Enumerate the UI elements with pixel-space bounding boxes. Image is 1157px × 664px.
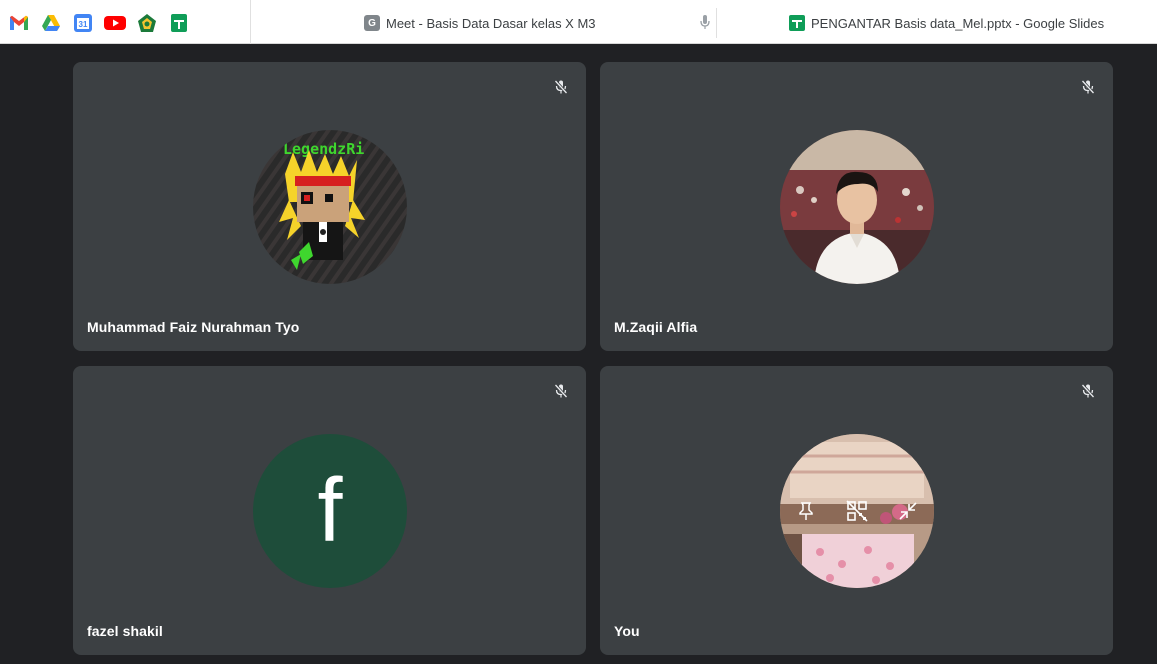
microphone-icon[interactable]	[700, 14, 710, 33]
avatar	[780, 130, 934, 284]
tab-google-slides[interactable]: PENGANTAR Basis data_Mel.pptx - Google S…	[716, 8, 1157, 38]
gmail-icon[interactable]	[8, 12, 30, 34]
school-emblem-icon[interactable]	[136, 12, 158, 34]
pin-icon[interactable]	[790, 495, 822, 527]
meet-favicon-icon: G	[364, 15, 380, 31]
remove-tile-icon[interactable]	[841, 495, 873, 527]
participant-name: Muhammad Faiz Nurahman Tyo	[87, 319, 300, 335]
avatar: LegendzRi	[253, 130, 407, 284]
mic-muted-icon	[1075, 378, 1101, 404]
participant-tile[interactable]: M.Zaqii Alfia	[600, 62, 1113, 351]
tile-hover-controls	[780, 483, 934, 539]
bookmarks-divider	[250, 0, 251, 44]
tab-meet[interactable]: G Meet - Basis Data Dasar kelas X M3	[364, 8, 720, 38]
participant-tile-self[interactable]: You	[600, 366, 1113, 655]
tab-slides-title: PENGANTAR Basis data_Mel.pptx - Google S…	[811, 15, 1105, 31]
google-calendar-icon[interactable]: 31	[72, 12, 94, 34]
participant-tile[interactable]: f fazel shakil	[73, 366, 586, 655]
google-slides-favicon-icon	[789, 15, 805, 31]
google-drive-icon[interactable]	[40, 12, 62, 34]
browser-top-bar: 31 G Meet - Basis Data Dasar kelas X M3 …	[0, 0, 1157, 44]
bookmarks-bar: 31	[0, 8, 190, 38]
google-slides-icon[interactable]	[168, 12, 190, 34]
calendar-date-text: 31	[79, 20, 88, 29]
meeting-grid: LegendzRi Muhammad Faiz Nurahman Tyo M.Z…	[0, 44, 1157, 664]
avatar-overlay-text: LegendzRi	[283, 140, 364, 158]
participant-name: You	[614, 623, 640, 639]
minimize-icon[interactable]	[892, 495, 924, 527]
participant-name: fazel shakil	[87, 623, 163, 639]
mic-muted-icon	[548, 378, 574, 404]
mic-muted-icon	[548, 74, 574, 100]
tab-meet-title: Meet - Basis Data Dasar kelas X M3	[386, 15, 596, 31]
participant-name: M.Zaqii Alfia	[614, 319, 698, 335]
mic-muted-icon	[1075, 74, 1101, 100]
youtube-icon[interactable]	[104, 12, 126, 34]
avatar: f	[253, 434, 407, 588]
participant-tile[interactable]: LegendzRi Muhammad Faiz Nurahman Tyo	[73, 62, 586, 351]
